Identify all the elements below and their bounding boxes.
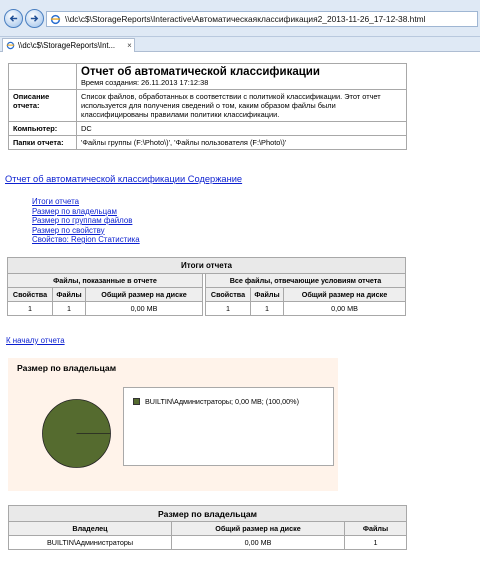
ie-page-icon: [50, 14, 61, 24]
column-header: Файлы: [52, 287, 86, 302]
summary-group-left: Файлы, показанные в отчете: [7, 273, 203, 288]
address-bar-area: \\dc\c$\StorageReports\Interactive\Автом…: [0, 0, 480, 37]
browser-tab[interactable]: \\dc\c$\StorageReports\Int... ×: [2, 38, 135, 52]
column-header: Файлы: [344, 521, 407, 536]
column-header: Общий размер на диске: [171, 521, 345, 536]
arrow-left-icon: [9, 15, 18, 22]
tab-strip: \\dc\c$\StorageReports\Int... ×: [0, 37, 480, 52]
tab-close-icon[interactable]: ×: [125, 41, 134, 50]
url-field[interactable]: \\dc\c$\StorageReports\Interactive\Автом…: [46, 11, 478, 27]
toc-link-summary[interactable]: Итоги отчета: [32, 197, 140, 207]
owner-chart: Размер по владельцам BUILTIN\Администрат…: [8, 358, 338, 491]
table-cell: 0,00 MB: [283, 301, 406, 316]
column-header: Свойства: [205, 287, 251, 302]
toc-link-region-stats[interactable]: Свойство: Region Статистика: [32, 235, 140, 245]
summary-caption: Итоги отчета: [7, 257, 406, 274]
report-page: Отчет об автоматической классификации Вр…: [0, 53, 480, 561]
folders-label: Папки отчета:: [8, 135, 77, 150]
chart-title: Размер по владельцам: [17, 363, 117, 373]
column-header: Свойства: [7, 287, 53, 302]
report-created: Время создания: 26.11.2013 17:12:38: [81, 78, 209, 87]
legend-item: BUILTIN\Администраторы; 0,00 MB; (100,00…: [133, 397, 299, 406]
table-cell: 1: [7, 301, 53, 316]
column-header: Владелец: [8, 521, 172, 536]
arrow-right-icon: [30, 15, 39, 22]
chart-legend: BUILTIN\Администраторы; 0,00 MB; (100,00…: [123, 387, 334, 466]
tab-title: \\dc\c$\StorageReports\Int...: [18, 41, 116, 50]
description-value: Список файлов, обработанных в соответств…: [76, 89, 407, 122]
header-empty-cell: [8, 63, 77, 90]
url-text: \\dc\c$\StorageReports\Interactive\Автом…: [65, 14, 426, 24]
report-header-table: Отчет об автоматической классификации Вр…: [8, 63, 407, 150]
report-title: Отчет об автоматической классификации: [81, 66, 320, 78]
toc-link-owners[interactable]: Размер по владельцам: [32, 207, 140, 217]
folders-value: 'Файлы группы (F:\Photo\)', 'Файлы польз…: [76, 135, 407, 150]
table-cell: 1: [344, 535, 407, 550]
ie-page-icon: [6, 41, 15, 50]
column-header: Общий размер на диске: [85, 287, 203, 302]
description-label: Описание отчета:: [8, 89, 77, 122]
toc-link-property[interactable]: Размер по свойству: [32, 226, 140, 236]
owners-caption: Размер по владельцам: [8, 505, 407, 522]
contents-link[interactable]: Отчет об автоматической классификации Со…: [5, 174, 242, 184]
table-cell: 1: [250, 301, 284, 316]
back-button[interactable]: [4, 9, 23, 28]
summary-table: Итоги отчета Файлы, показанные в отчете …: [7, 257, 406, 316]
computer-value: DC: [76, 121, 407, 136]
table-cell: 1: [52, 301, 86, 316]
table-of-contents: Итоги отчета Размер по владельцам Размер…: [32, 197, 140, 245]
legend-label: BUILTIN\Администраторы; 0,00 MB; (100,00…: [145, 397, 299, 406]
table-cell: 0,00 MB: [171, 535, 345, 550]
table-row: BUILTIN\Администраторы 0,00 MB 1: [8, 535, 407, 550]
toc-link-file-groups[interactable]: Размер по группам файлов: [32, 216, 140, 226]
summary-group-right: Все файлы, отвечающие условиям отчета: [205, 273, 406, 288]
owners-table: Размер по владельцам Владелец Общий разм…: [8, 505, 407, 550]
computer-label: Компьютер:: [8, 121, 77, 136]
table-cell: BUILTIN\Администраторы: [8, 535, 172, 550]
column-header: Файлы: [250, 287, 284, 302]
table-cell: 0,00 MB: [85, 301, 203, 316]
back-to-top-link[interactable]: К началу отчета: [6, 336, 65, 345]
column-header: Общий размер на диске: [283, 287, 406, 302]
forward-button[interactable]: [25, 9, 44, 28]
legend-swatch: [133, 398, 140, 405]
pie-chart: [42, 399, 111, 468]
table-cell: 1: [205, 301, 251, 316]
